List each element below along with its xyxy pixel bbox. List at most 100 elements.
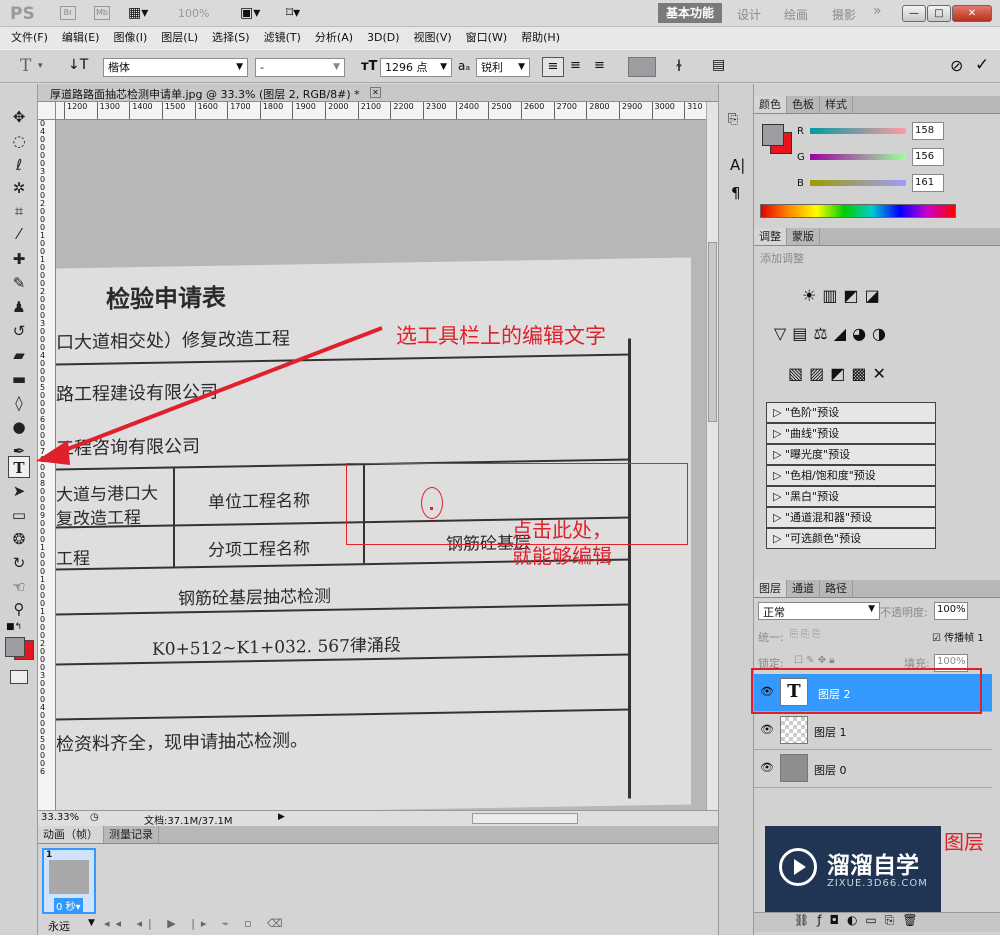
channel-b-slider[interactable] — [810, 180, 906, 186]
gradient-tool-icon[interactable]: ▬ — [8, 368, 30, 390]
menu-edit[interactable]: 编辑(E) — [55, 27, 107, 49]
tool-preset-icon[interactable]: T — [20, 56, 31, 76]
loop-option[interactable]: 永远 — [48, 918, 70, 934]
unify-icons[interactable]: ⎘ ⎘ ⎘ — [790, 629, 820, 640]
menu-layer[interactable]: 图层(L) — [154, 27, 205, 49]
cancel-icon[interactable]: ⊘ — [950, 56, 963, 75]
ruler-origin[interactable] — [38, 102, 56, 120]
menu-filter[interactable]: 滤镜(T) — [257, 27, 308, 49]
eraser-tool-icon[interactable]: ▰ — [8, 344, 30, 366]
menu-window[interactable]: 窗口(W) — [459, 27, 514, 49]
preset-exposure[interactable]: ▷ "曝光度"预设 — [766, 444, 936, 465]
quick-mask-icon[interactable] — [10, 670, 28, 684]
tab-paths[interactable]: 路径 — [820, 580, 853, 597]
arrange-documents-icon[interactable]: ▣▾ — [240, 5, 260, 21]
workspace-more-icon[interactable]: » — [873, 3, 882, 19]
text-color-swatch[interactable] — [628, 57, 656, 77]
crop-tool-icon[interactable]: ⌗ — [8, 200, 30, 222]
hand-tool-icon[interactable]: ☜ — [8, 576, 30, 598]
color-spectrum-bar[interactable] — [760, 204, 956, 218]
antialias-select[interactable]: 锐利 ▼ — [476, 58, 530, 77]
close-button[interactable]: ✕ — [952, 5, 992, 22]
tab-styles[interactable]: 样式 — [820, 96, 853, 113]
maximize-button[interactable]: □ — [927, 5, 951, 22]
status-info-icon[interactable]: ◷ — [90, 812, 99, 823]
character-panel-icon[interactable]: ▤ — [712, 57, 725, 73]
adjustment-icons-row-1[interactable]: ☀▥◩◪ — [802, 286, 886, 305]
paragraph-panel-icon[interactable]: ¶ — [731, 184, 741, 202]
view-extras-icon[interactable]: ▦▾ — [128, 5, 148, 21]
animation-frame-1[interactable]: 1 0 秒▾ — [42, 848, 96, 914]
playback-controls[interactable]: ◂◂ ◂| ▶ |▸ ⌁ ▫ ⌫ — [104, 917, 289, 930]
menu-analysis[interactable]: 分析(A) — [308, 27, 360, 49]
preset-black-white[interactable]: ▷ "黑白"预设 — [766, 486, 936, 507]
vertical-ruler[interactable]: 0400003000200010010002000300040005000600… — [38, 120, 56, 810]
zoom-level[interactable]: 100% — [178, 7, 209, 20]
menu-help[interactable]: 帮助(H) — [514, 27, 567, 49]
brush-tool-icon[interactable]: ✎ — [8, 272, 30, 294]
bridge-button[interactable]: Br — [60, 6, 76, 20]
propagate-frame-checkbox[interactable]: ☑ 传播帧 1 — [932, 629, 984, 644]
horizontal-scrollbar-thumb[interactable] — [472, 813, 578, 824]
minimize-button[interactable]: — — [902, 5, 926, 22]
blur-tool-icon[interactable]: ◊ — [8, 392, 30, 414]
clone-stamp-tool-icon[interactable]: ♟ — [8, 296, 30, 318]
visibility-eye-icon[interactable]: 👁︎ — [760, 762, 774, 774]
adjustment-icons-row-3[interactable]: ▧▨◩▩✕ — [788, 364, 892, 383]
dodge-tool-icon[interactable]: ● — [8, 416, 30, 438]
tool-preset-dropdown-icon[interactable]: ▾ — [38, 61, 43, 71]
layer-row-image[interactable]: 👁︎ 图层 0 — [754, 750, 992, 788]
3d-orbit-tool-icon[interactable]: ↻ — [8, 552, 30, 574]
channel-b-value[interactable]: 161 — [912, 174, 944, 192]
shape-tool-icon[interactable]: ▭ — [8, 504, 30, 526]
align-left-icon[interactable]: ≡ — [542, 57, 564, 77]
font-style-select[interactable]: - ▼ — [255, 58, 345, 77]
scrollbar-thumb[interactable] — [708, 242, 717, 422]
path-select-tool-icon[interactable]: ➤ — [8, 480, 30, 502]
menu-file[interactable]: 文件(F) — [4, 27, 55, 49]
workspace-photography[interactable]: 摄影 — [832, 6, 856, 23]
channel-g-slider[interactable] — [810, 154, 906, 160]
history-brush-tool-icon[interactable]: ↺ — [8, 320, 30, 342]
warp-text-icon[interactable]: ɫ — [676, 57, 682, 75]
channel-r-slider[interactable] — [810, 128, 906, 134]
marquee-tool-icon[interactable]: ◌ — [8, 130, 30, 152]
visibility-eye-icon[interactable]: 👁︎ — [760, 724, 774, 736]
preset-selective-color[interactable]: ▷ "可选颜色"预设 — [766, 528, 936, 549]
blend-mode-select[interactable]: 正常 ▼ — [758, 602, 880, 620]
commit-check-icon[interactable]: ✓ — [975, 55, 989, 75]
tab-masks[interactable]: 蒙版 — [787, 228, 820, 245]
mini-bridge-button[interactable]: Mb — [94, 6, 110, 20]
type-tool-icon[interactable]: T — [8, 456, 30, 478]
document-tab-title[interactable]: 厚道路路面抽芯检测申请单.jpg @ 33.3% (图层 2, RGB/8#) … — [50, 86, 360, 102]
horizontal-ruler[interactable]: 1200 1300 1400 1500 1600 1700 1800 1900 … — [56, 102, 706, 120]
preset-hue-saturation[interactable]: ▷ "色相/饱和度"预设 — [766, 465, 936, 486]
move-tool-icon[interactable]: ✥ — [8, 106, 30, 128]
align-center-icon[interactable]: ≡ — [570, 58, 581, 73]
zoom-tool-icon[interactable]: ⚲ — [8, 598, 30, 620]
tab-swatches[interactable]: 色板 — [787, 96, 820, 113]
tab-measurement-log[interactable]: 测量记录 — [104, 826, 159, 843]
tab-layers[interactable]: 图层 — [754, 580, 787, 597]
menu-image[interactable]: 图像(I) — [106, 27, 154, 49]
layer-row-empty[interactable]: 👁︎ 图层 1 — [754, 712, 992, 750]
frame-delay[interactable]: 0 秒▾ — [54, 898, 83, 913]
status-menu-arrow-icon[interactable]: ▶ — [278, 812, 285, 822]
quick-select-tool-icon[interactable]: ✲ — [8, 177, 30, 199]
foreground-color-swatch[interactable] — [5, 637, 25, 657]
canvas-vertical-scrollbar[interactable] — [706, 102, 718, 810]
lock-icons[interactable]: ☐ ✎ ✥ 🔒︎ — [794, 655, 835, 666]
channel-r-value[interactable]: 158 — [912, 122, 944, 140]
3d-rotate-tool-icon[interactable]: ❂ — [8, 528, 30, 550]
document-canvas[interactable]: 检验申请表 口大道相交处）修复改造工程 路工程建设有限公司 工程咨询有限公司 大… — [56, 120, 706, 810]
preset-levels[interactable]: ▷ "色阶"预设 — [766, 402, 936, 423]
document-close-icon[interactable]: ✕ — [370, 87, 381, 98]
workspace-design[interactable]: 设计 — [737, 6, 761, 23]
font-family-select[interactable]: 楷体 ▼ — [103, 58, 248, 77]
eyedropper-tool-icon[interactable]: ⁄ — [8, 223, 30, 245]
status-zoom[interactable]: 33.33% — [41, 812, 79, 823]
screen-mode-icon[interactable]: ⌑▾ — [286, 5, 300, 21]
healing-brush-tool-icon[interactable]: ✚ — [8, 248, 30, 270]
preset-curves[interactable]: ▷ "曲线"预设 — [766, 423, 936, 444]
tab-channels[interactable]: 通道 — [787, 580, 820, 597]
